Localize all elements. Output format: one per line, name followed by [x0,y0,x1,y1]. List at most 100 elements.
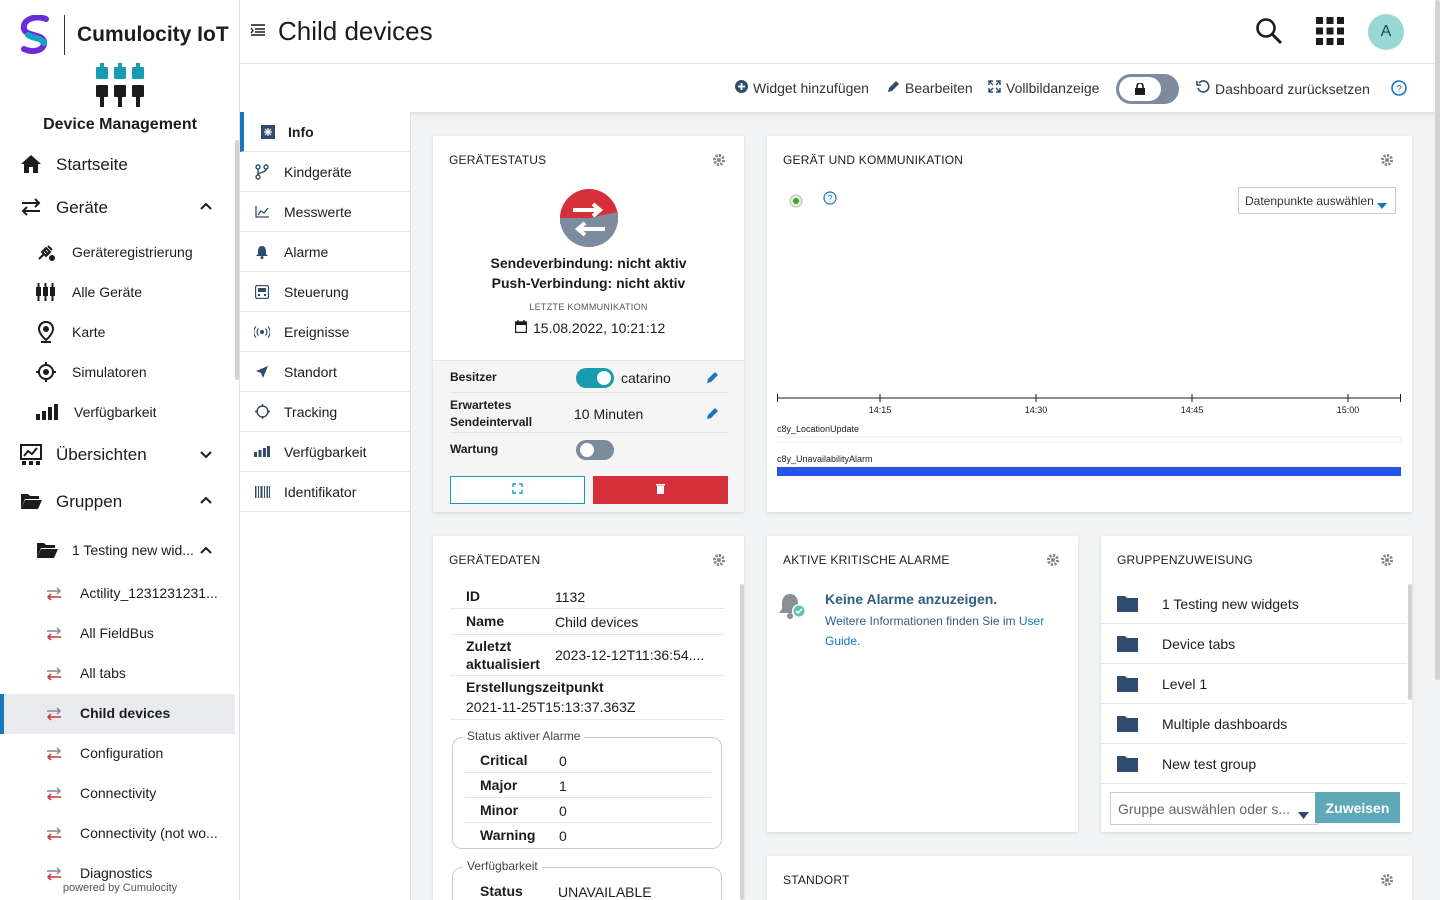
connection-status-icon [560,189,618,247]
edit-button[interactable]: Bearbeiten [887,80,973,96]
datapoint-select[interactable]: Datenpunkte auswählen [1238,187,1396,214]
updated-label-line2: aktualisiert [466,656,540,672]
tab-standort[interactable]: Standort [240,352,410,392]
tab-label: Steuerung [284,283,349,300]
search-icon[interactable] [1255,17,1283,50]
tab-tracking[interactable]: Tracking [240,392,410,432]
status-label: Status [480,883,523,899]
nav-label: All tabs [80,665,126,681]
sidebar-scrollbar[interactable] [235,140,239,380]
nav-availability[interactable]: Verfügbarkeit [0,396,235,428]
user-guide-link[interactable]: User [1019,614,1044,628]
series-label: c8y_UnavailabilityAlarm [777,454,873,464]
caret-down-icon [1298,806,1309,822]
tab-steuerung[interactable]: Steuerung [240,272,410,312]
fullscreen-label: Vollbildanzeige [1006,80,1100,96]
nav-group-item[interactable]: Actility_1231231231... [0,574,235,614]
last-communication: 15.08.2022, 10:21:12 [514,320,665,336]
nav-groups[interactable]: Gruppen [0,483,235,519]
edit-owner-pencil-icon[interactable] [706,371,719,389]
group-select-placeholder: Gruppe auswählen oder s... [1118,800,1290,817]
gear-icon[interactable] [1380,553,1394,572]
nav-device-registration[interactable]: Geräteregistrierung [0,236,235,268]
group-list-item[interactable]: 1 Testing new widgets [1101,584,1407,624]
nav-label: Connectivity (not wo... [80,825,218,841]
help-icon[interactable]: ? [823,191,837,210]
nav-label: Geräteregistrierung [72,244,193,260]
nav-group-item[interactable]: All tabs [0,654,235,694]
updated-value: 2023-12-12T11:36:54.... [555,647,705,663]
nav-group-item[interactable]: Connectivity [0,774,235,814]
tab-label: Identifikator [284,483,357,500]
axis-tick-label: 14:15 [869,405,892,415]
delete-device-button[interactable] [593,476,728,504]
help-icon[interactable]: ? [1391,80,1407,101]
gear-icon[interactable] [712,553,726,572]
replace-device-button[interactable] [450,476,585,504]
assign-button[interactable]: Zuweisen [1315,792,1400,823]
nav-home[interactable]: Startseite [0,146,235,182]
user-guide-link-continued[interactable]: Guide. [825,634,860,648]
tab-info[interactable]: Info [240,112,410,152]
bell-check-icon [777,592,807,627]
tab-kindgeräte[interactable]: Kindgeräte [240,152,410,192]
gear-icon[interactable] [712,153,726,172]
maintenance-toggle[interactable] [576,440,614,460]
brand[interactable]: Cumulocity IoT [18,14,229,56]
reset-dashboard-button[interactable]: Dashboard zurücksetzen [1196,80,1370,97]
group-list-item[interactable]: Device tabs [1101,624,1407,664]
card-scrollbar[interactable] [740,584,744,900]
gear-icon[interactable] [1380,873,1394,892]
nav-group-item[interactable]: Connectivity (not wo... [0,814,235,854]
alarm-severity-label: Minor [480,802,519,818]
edit-interval-pencil-icon[interactable] [706,407,719,425]
nav-simulators[interactable]: Simulatoren [0,356,235,388]
nav-group-item[interactable]: Child devices [0,694,235,734]
svg-text:?: ? [827,194,832,204]
nav-devices[interactable]: Geräte [0,189,235,225]
id-label: ID [466,588,480,604]
tab-verfügbarkeit[interactable]: Verfügbarkeit [240,432,410,472]
page-scrollbar[interactable] [1435,0,1440,680]
critical-alarms-card: AKTIVE KRITISCHE ALARME Keine Alarme anz… [767,536,1078,832]
owner-value: catarino [621,370,671,386]
nav-overviews[interactable]: Übersichten [0,436,235,472]
chevron-up-icon [200,495,212,505]
owner-toggle[interactable] [576,368,614,388]
tab-identifikator[interactable]: Identifikator [240,472,410,512]
tab-label: Tracking [284,403,338,420]
group-list-item[interactable]: Level 1 [1101,664,1407,704]
user-avatar[interactable]: A [1368,14,1404,50]
nav-map[interactable]: Karte [0,316,235,348]
tab-label: Verfügbarkeit [284,443,367,460]
group-list-item[interactable]: New test group [1101,744,1407,784]
nav-all-devices[interactable]: Alle Geräte [0,276,235,308]
app-switcher-icon[interactable] [1316,17,1344,50]
svg-text:?: ? [1396,84,1402,95]
group-name: 1 Testing new widgets [1162,595,1299,612]
group-list-scrollbar[interactable] [1408,584,1412,700]
menu-toggle-icon[interactable] [250,22,266,43]
tab-messwerte[interactable]: Messwerte [240,192,410,232]
plus-circle-icon [735,80,748,96]
group-select-input[interactable]: Gruppe auswählen oder s... [1110,792,1318,825]
interval-value: 10 Minuten [574,406,644,422]
gear-icon[interactable] [1046,553,1060,572]
tab-ereignisse[interactable]: Ereignisse [240,312,410,352]
add-widget-button[interactable]: Widget hinzufügen [735,80,869,96]
tab-alarme[interactable]: Alarme [240,232,410,272]
tab-label: Kindgeräte [284,163,352,180]
group-list-item[interactable]: Multiple dashboards [1101,704,1407,744]
nav-group-item[interactable]: All FieldBus [0,614,235,654]
bar-chart-icon [36,404,58,420]
dashboard-toolbar: Widget hinzufügen Bearbeiten Vollbildanz… [240,64,1440,112]
fullscreen-button[interactable]: Vollbildanzeige [988,80,1099,96]
nav-group-testing[interactable]: 1 Testing new wid... [0,533,235,567]
lock-toggle[interactable] [1116,74,1179,104]
chevron-up-icon [200,545,212,555]
nav-group-item[interactable]: Configuration [0,734,235,774]
gear-icon[interactable] [1380,153,1394,172]
nav-label: Geräte [56,198,108,217]
home-icon [20,154,42,174]
folder-open-icon [20,492,42,510]
